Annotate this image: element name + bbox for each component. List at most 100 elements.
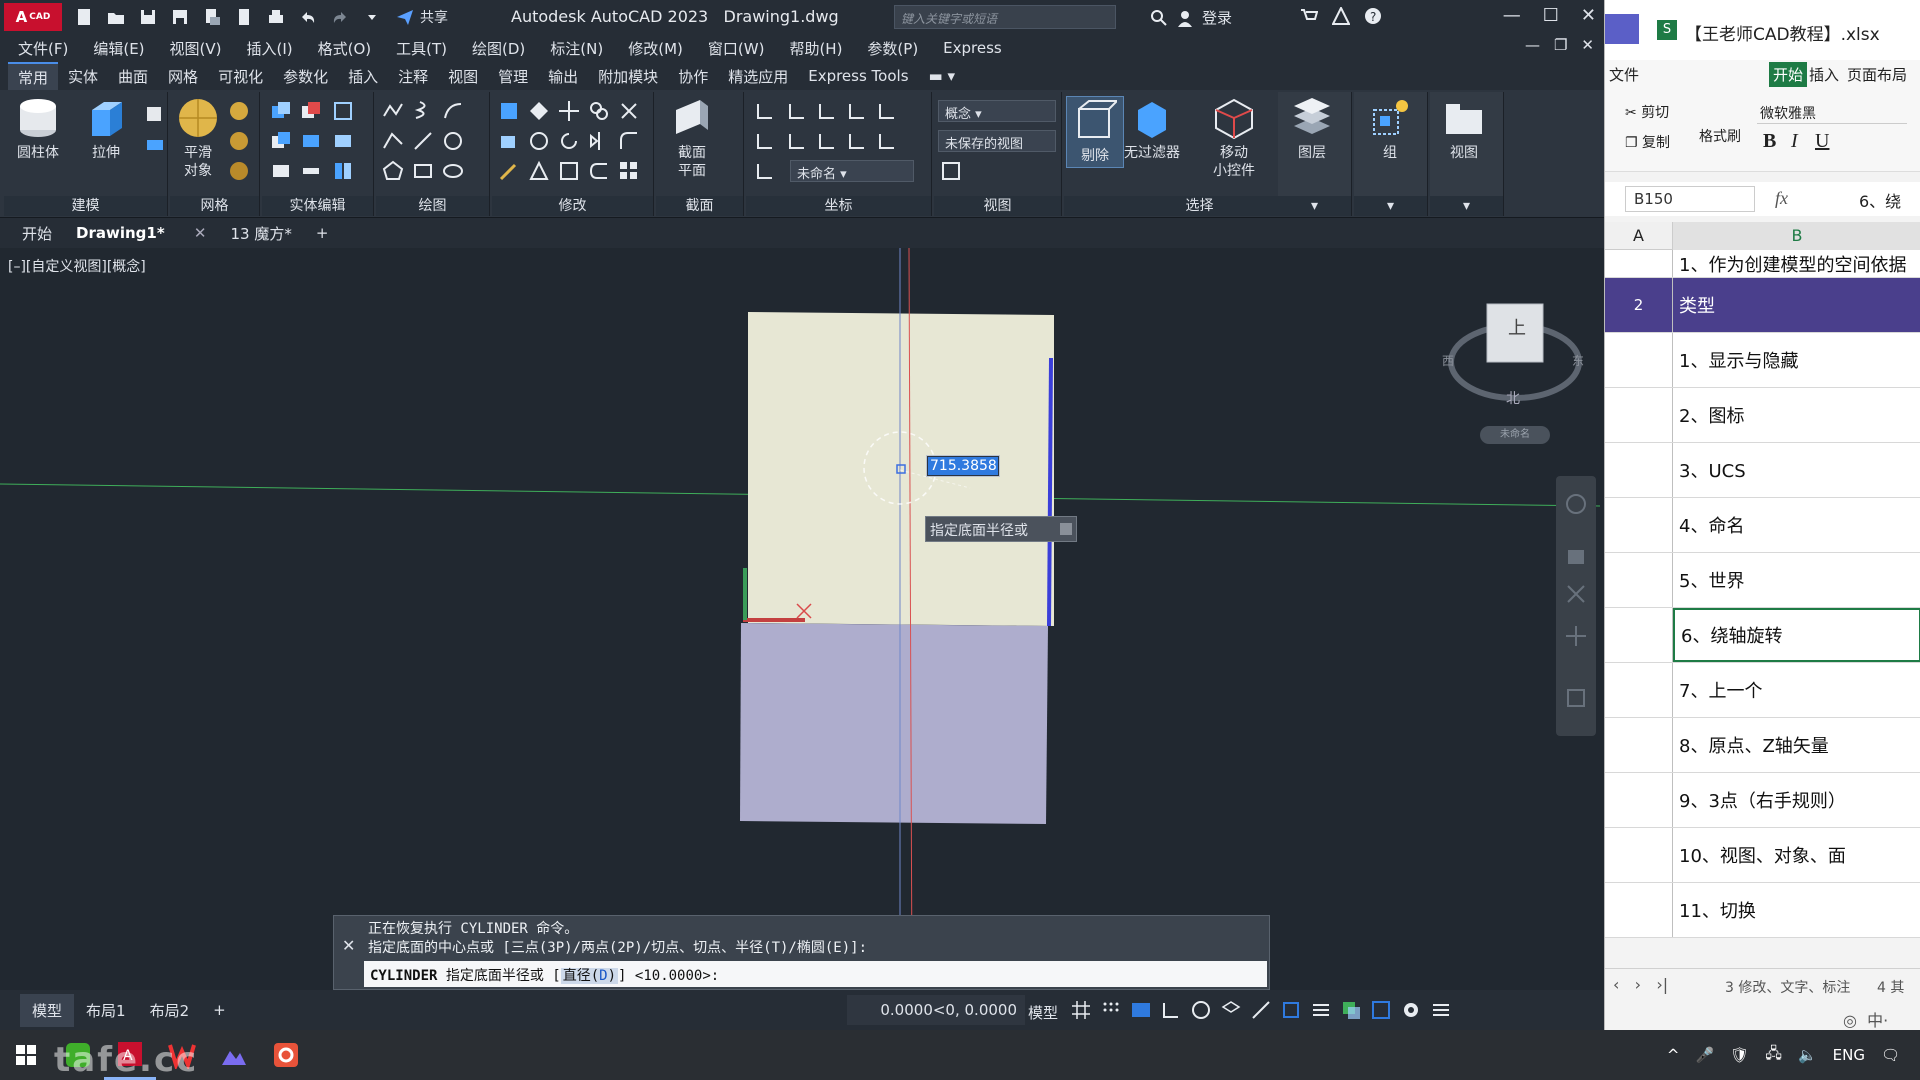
- plot-icon[interactable]: [266, 7, 286, 27]
- edit-icon[interactable]: [498, 160, 520, 182]
- italic-icon[interactable]: I: [1791, 130, 1798, 153]
- section-plane-button[interactable]: 截面 平面: [670, 96, 714, 180]
- close-command-line-icon[interactable]: ✕: [342, 936, 355, 955]
- start-button[interactable]: [0, 1030, 52, 1080]
- notification-icon[interactable]: 🗨: [1881, 1046, 1900, 1064]
- network-icon[interactable]: 🖧: [1765, 1043, 1782, 1068]
- line-icon[interactable]: [412, 130, 434, 152]
- visual-style-dropdown[interactable]: 概念 ▾: [938, 100, 1056, 122]
- cell-b[interactable]: 7、上一个: [1673, 663, 1920, 717]
- extract-edges-icon[interactable]: [332, 130, 354, 152]
- extrude-button[interactable]: 拉伸: [84, 96, 128, 162]
- panel-label-draw[interactable]: 绘图: [376, 196, 489, 216]
- table-row[interactable]: 1、作为创建模型的空间依据: [1605, 250, 1920, 278]
- table-row[interactable]: 6、绕轴旋转: [1605, 608, 1920, 663]
- layers-button[interactable]: 图层: [1290, 96, 1334, 162]
- table-row[interactable]: 11、切换: [1605, 883, 1920, 938]
- viewcube[interactable]: 上 北 西 东: [1440, 294, 1590, 414]
- help-icon[interactable]: ?: [1364, 7, 1382, 25]
- cell-b[interactable]: 1、作为创建模型的空间依据: [1673, 250, 1920, 277]
- ucs-face-icon[interactable]: [846, 100, 868, 122]
- autodesk-app-store-icon[interactable]: [1332, 7, 1350, 25]
- new-tab-icon[interactable]: +: [316, 224, 329, 242]
- tab-annotate[interactable]: 注释: [388, 63, 438, 90]
- column-a-header[interactable]: A: [1605, 222, 1673, 250]
- row-number[interactable]: [1605, 443, 1673, 497]
- transparency-icon[interactable]: [1340, 999, 1362, 1021]
- sheet-nav-icons[interactable]: ‹ › ›|: [1613, 975, 1668, 994]
- fx-button[interactable]: fx: [1775, 188, 1788, 209]
- mirror-icon[interactable]: [588, 130, 610, 152]
- minimize-icon[interactable]: —: [1503, 5, 1521, 26]
- table-row[interactable]: 2、图标: [1605, 388, 1920, 443]
- search-icon[interactable]: [1150, 9, 1168, 27]
- excel-filename[interactable]: 【王老师CAD教程】.xlsx: [1685, 20, 1880, 45]
- ucs-object-icon[interactable]: [876, 100, 898, 122]
- menu-insert[interactable]: 插入(I): [247, 38, 293, 59]
- tab-collaborate[interactable]: 协作: [668, 63, 718, 90]
- taskbar-recorder[interactable]: [260, 1030, 312, 1080]
- cell-b[interactable]: 9、3点（右手规则）: [1673, 773, 1920, 827]
- drawing-viewport[interactable]: [–][自定义视图][概念] 715.3858 指定底面半径或 上 北 西 东 …: [0, 248, 1604, 990]
- menu-dimension[interactable]: 标注(N): [550, 38, 603, 59]
- solid-history-icon[interactable]: [332, 100, 354, 122]
- tab-addins[interactable]: 附加模块: [588, 63, 668, 90]
- grid-icon[interactable]: [1070, 999, 1092, 1021]
- polyline-icon[interactable]: [382, 100, 404, 122]
- row-number[interactable]: [1605, 388, 1673, 442]
- tab-rubiks[interactable]: 13 魔方*: [231, 223, 292, 244]
- arc-icon[interactable]: [442, 100, 464, 122]
- row-number[interactable]: [1605, 883, 1673, 937]
- move-gizmo-button[interactable]: 移动 小控件: [1212, 96, 1256, 180]
- sheet-tab-3[interactable]: 3 修改、文字、标注: [1725, 977, 1850, 997]
- table-row[interactable]: 2 类型: [1605, 278, 1920, 333]
- union-icon[interactable]: [270, 100, 292, 122]
- cell-b[interactable]: 2、图标: [1673, 388, 1920, 442]
- close-tab-icon[interactable]: ✕: [194, 224, 207, 242]
- presspull-icon[interactable]: [144, 132, 166, 154]
- volume-icon[interactable]: 🔈: [1798, 1046, 1817, 1064]
- panel-label-view[interactable]: 视图: [934, 196, 1061, 216]
- excel-tab-insert[interactable]: 插入: [1809, 64, 1839, 85]
- menu-view[interactable]: 视图(V): [170, 38, 222, 59]
- table-row[interactable]: 5、世界: [1605, 553, 1920, 608]
- panel-label-solid-edit[interactable]: 实体编辑: [262, 196, 373, 216]
- navigation-bar[interactable]: [1556, 476, 1596, 736]
- mesh-sphere-icon[interactable]: [228, 100, 250, 122]
- object-snap-tracking-icon[interactable]: [1250, 999, 1272, 1021]
- no-filter-button[interactable]: 无过滤器: [1124, 96, 1180, 162]
- row-number[interactable]: [1605, 773, 1673, 827]
- tab-start[interactable]: 开始: [22, 223, 52, 244]
- smooth-object-button[interactable]: 平滑 对象: [176, 96, 220, 180]
- cart-icon[interactable]: [1300, 7, 1318, 25]
- fillet-icon[interactable]: [618, 130, 640, 152]
- intersect-icon[interactable]: [270, 130, 292, 152]
- array-rect-icon[interactable]: [618, 160, 640, 182]
- ucs-name-dropdown[interactable]: 未命名 ▾: [790, 160, 914, 182]
- move-icon[interactable]: [558, 100, 580, 122]
- viewcube-east[interactable]: 东: [1572, 352, 1584, 369]
- helix-icon[interactable]: [412, 100, 434, 122]
- view-button[interactable]: 视图: [1442, 96, 1486, 162]
- subtract-icon[interactable]: [300, 100, 322, 122]
- scale-icon[interactable]: [528, 160, 550, 182]
- command-input[interactable]: CYLINDER 指定底面半径或 [直径(D)] <10.0000>:: [364, 961, 1267, 987]
- doc-restore-icon[interactable]: ❐: [1554, 36, 1567, 54]
- rotate-3d-icon[interactable]: [498, 130, 520, 152]
- menu-draw[interactable]: 绘图(D): [472, 38, 525, 59]
- tab-surface[interactable]: 曲面: [108, 63, 158, 90]
- isodraft-icon[interactable]: [1220, 999, 1242, 1021]
- array-polar-icon[interactable]: [528, 130, 550, 152]
- name-box[interactable]: B150: [1625, 186, 1755, 212]
- tab-parametric[interactable]: 参数化: [273, 63, 338, 90]
- language-indicator[interactable]: ENG: [1833, 1046, 1865, 1064]
- publish-icon[interactable]: [202, 7, 222, 27]
- cylinder-button[interactable]: 圆柱体: [16, 96, 60, 162]
- culling-button[interactable]: 剔除: [1066, 96, 1124, 168]
- tab-mesh[interactable]: 网格: [158, 63, 208, 90]
- export-icon[interactable]: [234, 7, 254, 27]
- circle-icon[interactable]: [442, 130, 464, 152]
- underline-icon[interactable]: U: [1815, 130, 1829, 153]
- saved-view-dropdown[interactable]: 未保存的视图: [938, 130, 1056, 152]
- polyline-3d-icon[interactable]: [382, 130, 404, 152]
